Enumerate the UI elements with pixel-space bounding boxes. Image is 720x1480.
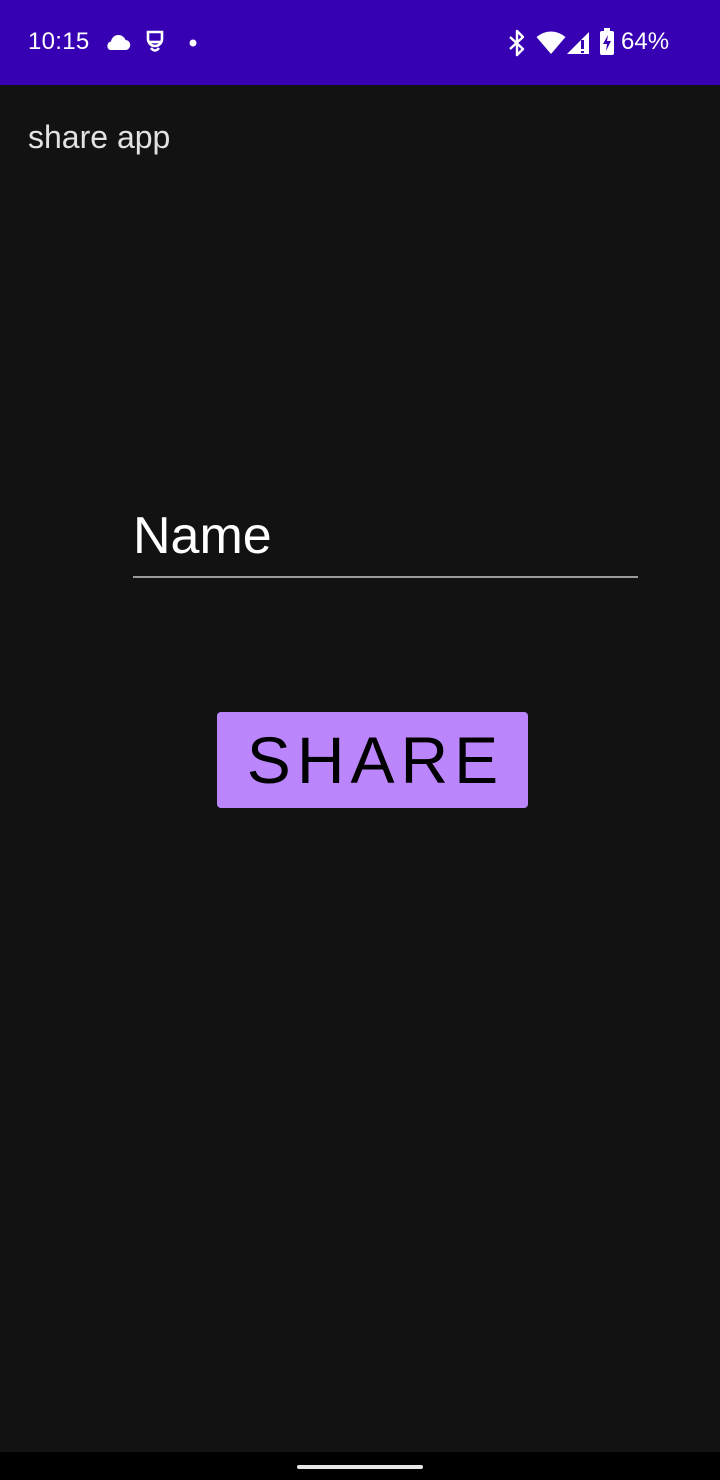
status-time: 10:15	[28, 28, 90, 55]
bluetooth-icon	[509, 29, 525, 57]
share-button-label: SHARE	[246, 723, 505, 797]
vpn-icon	[146, 30, 164, 52]
signal-icon	[567, 32, 589, 54]
share-button[interactable]: SHARE	[217, 712, 528, 808]
navigation-bar	[0, 1452, 720, 1480]
app-title: share app	[28, 119, 171, 155]
name-input[interactable]: Name	[133, 500, 638, 578]
wifi-icon	[536, 31, 566, 54]
cloud-icon	[107, 35, 131, 51]
status-bar: 10:15 64%	[0, 0, 720, 85]
home-gesture-handle[interactable]	[297, 1465, 423, 1469]
notification-dot-icon	[189, 39, 197, 47]
battery-percentage: 64%	[621, 28, 670, 55]
name-input-value: Name	[133, 507, 272, 565]
battery-charging-icon	[600, 28, 614, 55]
app-bar: share app	[0, 85, 720, 185]
